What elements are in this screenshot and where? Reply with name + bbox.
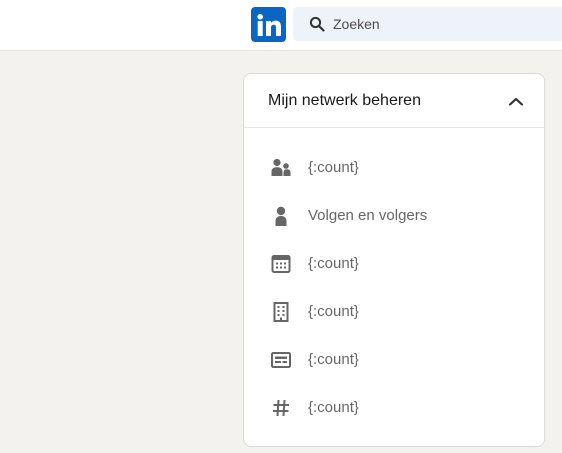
search-icon: [309, 16, 325, 32]
hashtag-icon: [273, 399, 289, 417]
person-icon: [275, 206, 287, 226]
menu-item-connections[interactable]: {:count}: [244, 144, 544, 192]
menu-item-hashtags[interactable]: {:count}: [244, 384, 544, 432]
linkedin-logo-icon[interactable]: [251, 7, 286, 42]
menu-item-events[interactable]: {:count}: [244, 240, 544, 288]
menu-item-label: {:count}: [308, 255, 359, 272]
network-menu-list: {:count} Volgen en volgers {:count} {:co…: [244, 144, 544, 432]
manage-network-header[interactable]: Mijn netwerk beheren: [244, 74, 544, 128]
people-icon: [271, 158, 291, 176]
chevron-up-icon[interactable]: [507, 93, 525, 111]
manage-network-card: Mijn netwerk beheren {:count} Volgen en …: [243, 73, 545, 447]
menu-item-label: {:count}: [308, 303, 359, 320]
menu-item-pages[interactable]: {:count}: [244, 288, 544, 336]
menu-item-label: {:count}: [308, 159, 359, 176]
menu-item-following-followers[interactable]: Volgen en volgers: [244, 192, 544, 240]
newspaper-icon: [271, 352, 291, 368]
menu-item-label: Volgen en volgers: [308, 207, 428, 224]
calendar-icon: [271, 255, 291, 273]
menu-item-label: {:count}: [308, 399, 359, 416]
top-navigation-bar: [0, 0, 562, 51]
menu-item-label: {:count}: [308, 351, 359, 368]
search-box[interactable]: [293, 7, 562, 41]
card-title: Mijn netwerk beheren: [268, 92, 421, 109]
building-icon: [273, 302, 289, 322]
search-input[interactable]: [333, 7, 562, 41]
menu-item-newsletters[interactable]: {:count}: [244, 336, 544, 384]
